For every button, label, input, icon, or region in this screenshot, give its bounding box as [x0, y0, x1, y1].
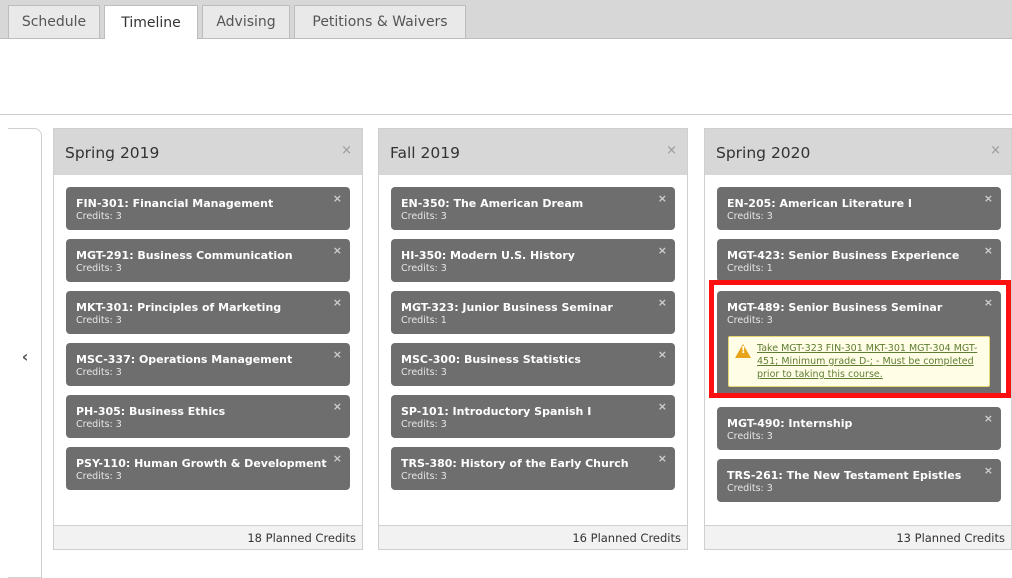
close-icon[interactable]: ×: [658, 348, 667, 361]
close-icon[interactable]: ×: [658, 192, 667, 205]
chevron-left-icon[interactable]: ‹: [16, 347, 34, 367]
close-icon[interactable]: ×: [658, 296, 667, 309]
close-icon[interactable]: ×: [333, 296, 342, 309]
course-credits: Credits: 3: [76, 263, 122, 274]
close-icon[interactable]: ×: [333, 348, 342, 361]
course-credits: Credits: 3: [401, 419, 447, 430]
tab-bar: Schedule Timeline Advising Petitions & W…: [0, 0, 1012, 39]
course-card[interactable]: MGT-489: Senior Business Seminar Credits…: [717, 291, 1001, 397]
planned-credits-total: 13 Planned Credits: [705, 525, 1011, 549]
close-icon[interactable]: ×: [333, 400, 342, 413]
course-credits: Credits: 3: [727, 483, 773, 494]
term-header: Fall 2019 ×: [379, 129, 687, 176]
course-card[interactable]: PH-305: Business Ethics Credits: 3 ×: [66, 395, 350, 438]
course-credits: Credits: 3: [401, 367, 447, 378]
course-card[interactable]: MGT-490: Internship Credits: 3 ×: [717, 407, 1001, 450]
course-credits: Credits: 3: [76, 211, 122, 222]
close-icon[interactable]: ×: [984, 244, 993, 257]
course-card[interactable]: HI-350: Modern U.S. History Credits: 3 ×: [391, 239, 675, 282]
term-column-fall-2019: Fall 2019 × EN-350: The American Dream C…: [378, 128, 688, 550]
planned-credits-total: 16 Planned Credits: [379, 525, 687, 549]
tab-timeline[interactable]: Timeline: [104, 5, 198, 39]
toolbar-area: [0, 39, 1012, 115]
course-title: HI-350: Modern U.S. History: [401, 249, 575, 262]
close-icon[interactable]: ×: [658, 244, 667, 257]
course-list: EN-205: American Literature I Credits: 3…: [705, 175, 1011, 525]
term-header: Spring 2020 ×: [705, 129, 1011, 176]
term-header: Spring 2019 ×: [54, 129, 362, 176]
course-card[interactable]: MSC-337: Operations Management Credits: …: [66, 343, 350, 386]
course-credits: Credits: 3: [401, 263, 447, 274]
course-credits: Credits: 3: [76, 471, 122, 482]
close-icon[interactable]: ×: [984, 296, 993, 309]
course-credits: Credits: 3: [76, 419, 122, 430]
course-title: PH-305: Business Ethics: [76, 405, 226, 418]
course-title: TRS-380: History of the Early Church: [401, 457, 629, 470]
course-title: MSC-300: Business Statistics: [401, 353, 581, 366]
course-credits: Credits: 3: [727, 315, 773, 326]
course-card[interactable]: FIN-301: Financial Management Credits: 3…: [66, 187, 350, 230]
term-title: Fall 2019: [390, 144, 460, 162]
course-title: MGT-291: Business Communication: [76, 249, 293, 262]
close-icon[interactable]: ×: [341, 143, 352, 158]
term-title: Spring 2019: [65, 144, 160, 162]
course-card[interactable]: TRS-261: The New Testament Epistles Cred…: [717, 459, 1001, 502]
course-card[interactable]: TRS-380: History of the Early Church Cre…: [391, 447, 675, 490]
term-column-spring-2020: Spring 2020 × EN-205: American Literatur…: [704, 128, 1012, 550]
close-icon[interactable]: ×: [984, 464, 993, 477]
course-title: TRS-261: The New Testament Epistles: [727, 469, 962, 482]
course-credits: Credits: 1: [727, 263, 773, 274]
tab-petitions-waivers[interactable]: Petitions & Waivers: [294, 5, 466, 38]
tab-schedule[interactable]: Schedule: [8, 5, 100, 38]
course-title: MSC-337: Operations Management: [76, 353, 293, 366]
timeline-nav-panel: ‹: [8, 128, 42, 578]
course-credits: Credits: 3: [727, 211, 773, 222]
planned-credits-total: 18 Planned Credits: [54, 525, 362, 549]
course-title: MGT-323: Junior Business Seminar: [401, 301, 613, 314]
course-credits: Credits: 3: [76, 315, 122, 326]
term-title: Spring 2020: [716, 144, 811, 162]
course-title: FIN-301: Financial Management: [76, 197, 274, 210]
close-icon[interactable]: ×: [990, 143, 1001, 158]
course-list: FIN-301: Financial Management Credits: 3…: [54, 175, 362, 525]
course-card[interactable]: MGT-423: Senior Business Experience Cred…: [717, 239, 1001, 282]
course-title: MKT-301: Principles of Marketing: [76, 301, 282, 314]
prerequisite-warning: ! Take MGT-323 FIN-301 MKT-301 MGT-304 M…: [728, 336, 990, 387]
course-title: EN-205: American Literature I: [727, 197, 912, 210]
close-icon[interactable]: ×: [984, 412, 993, 425]
course-title: EN-350: The American Dream: [401, 197, 584, 210]
close-icon[interactable]: ×: [333, 192, 342, 205]
course-title: SP-101: Introductory Spanish I: [401, 405, 592, 418]
course-title: PSY-110: Human Growth & Development: [76, 457, 327, 470]
prerequisite-link[interactable]: Take MGT-323 FIN-301 MKT-301 MGT-304 MGT…: [757, 342, 985, 381]
course-title: MGT-490: Internship: [727, 417, 853, 430]
course-card[interactable]: EN-205: American Literature I Credits: 3…: [717, 187, 1001, 230]
close-icon[interactable]: ×: [658, 400, 667, 413]
course-credits: Credits: 3: [727, 431, 773, 442]
close-icon[interactable]: ×: [666, 143, 677, 158]
course-card[interactable]: PSY-110: Human Growth & Development Cred…: [66, 447, 350, 490]
course-card[interactable]: MGT-291: Business Communication Credits:…: [66, 239, 350, 282]
course-card[interactable]: SP-101: Introductory Spanish I Credits: …: [391, 395, 675, 438]
close-icon[interactable]: ×: [333, 244, 342, 257]
term-column-spring-2019: Spring 2019 × FIN-301: Financial Managem…: [53, 128, 363, 550]
close-icon[interactable]: ×: [658, 452, 667, 465]
course-card[interactable]: EN-350: The American Dream Credits: 3 ×: [391, 187, 675, 230]
course-title: MGT-423: Senior Business Experience: [727, 249, 960, 262]
course-credits: Credits: 1: [401, 315, 447, 326]
course-card[interactable]: MSC-300: Business Statistics Credits: 3 …: [391, 343, 675, 386]
course-card[interactable]: MKT-301: Principles of Marketing Credits…: [66, 291, 350, 334]
tab-advising[interactable]: Advising: [202, 5, 290, 38]
close-icon[interactable]: ×: [984, 192, 993, 205]
course-credits: Credits: 3: [76, 367, 122, 378]
close-icon[interactable]: ×: [333, 452, 342, 465]
course-list: EN-350: The American Dream Credits: 3 × …: [379, 175, 687, 525]
course-card[interactable]: MGT-323: Junior Business Seminar Credits…: [391, 291, 675, 334]
course-credits: Credits: 3: [401, 211, 447, 222]
course-title: MGT-489: Senior Business Seminar: [727, 301, 943, 314]
course-credits: Credits: 3: [401, 471, 447, 482]
